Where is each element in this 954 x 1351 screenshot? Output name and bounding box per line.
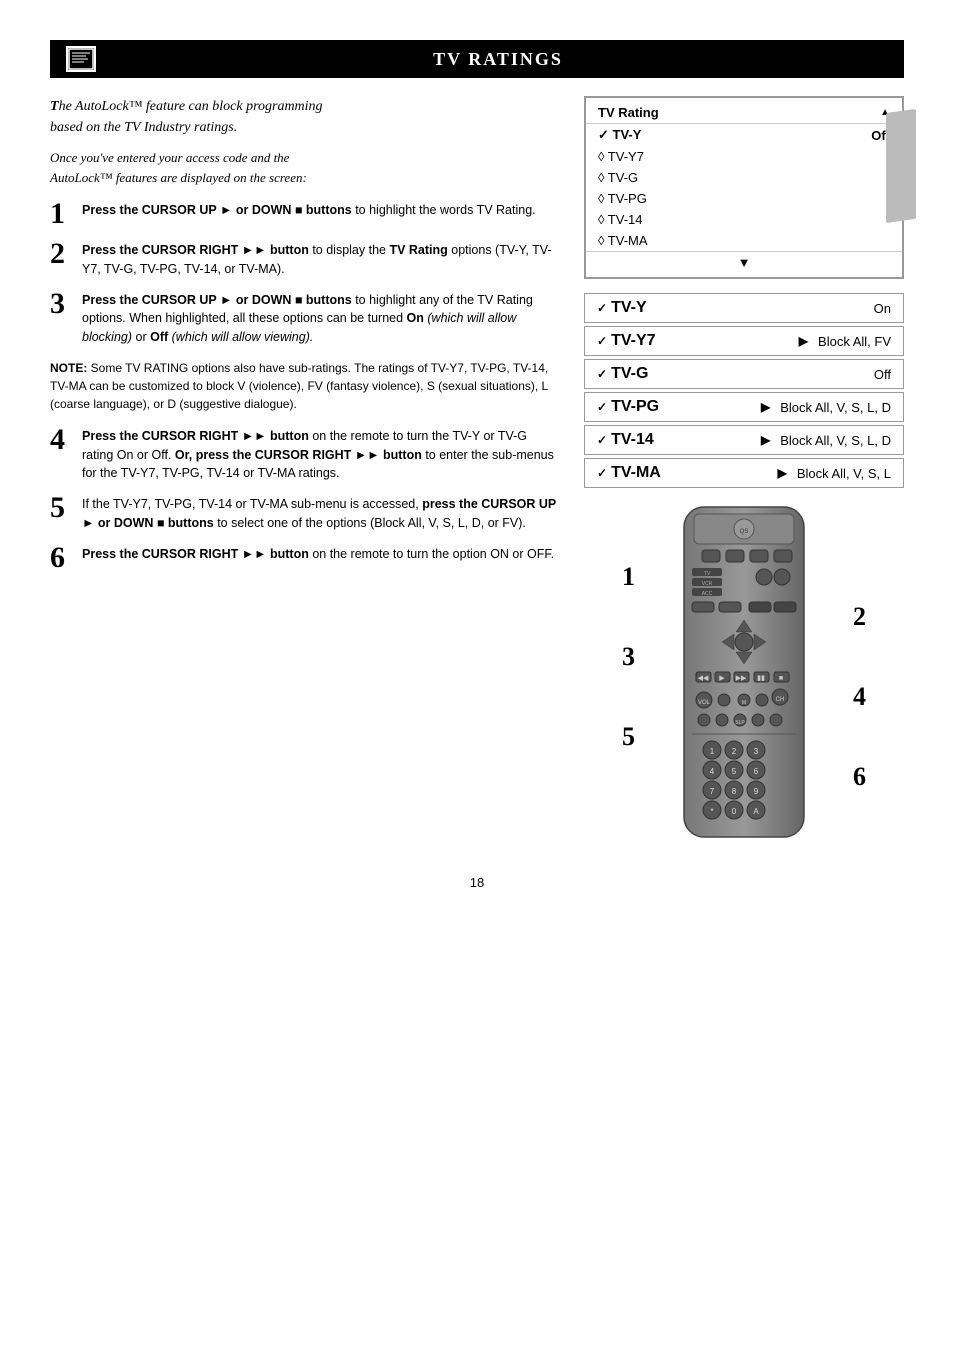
step-2-number: 2 bbox=[50, 239, 72, 269]
svg-text:▶▶: ▶▶ bbox=[736, 675, 747, 682]
remote-label-6: 6 bbox=[853, 762, 866, 792]
menu-header: TV Rating ▲ bbox=[586, 102, 902, 124]
remote-label-3: 3 bbox=[622, 642, 635, 672]
svg-text:SLP: SLP bbox=[735, 720, 745, 726]
note-block: NOTE: Some TV RATING options also have s… bbox=[50, 359, 560, 413]
left-column: The AutoLock™ feature can block programm… bbox=[50, 96, 560, 845]
rating-rows: ✓ TV-Y On ✓ TV-Y7 ▶ Block All, FV ✓ TV-G… bbox=[584, 293, 904, 488]
svg-text:A: A bbox=[753, 807, 759, 816]
step-4-content: Press the CURSOR RIGHT ►► button on the … bbox=[82, 427, 560, 483]
svg-text:ACC: ACC bbox=[702, 591, 713, 597]
rating-row-tvy: ✓ TV-Y On bbox=[584, 293, 904, 323]
svg-text:■: ■ bbox=[779, 675, 783, 682]
svg-text:CH: CH bbox=[776, 697, 785, 703]
remote-container: 1 3 5 2 4 6 bbox=[654, 502, 834, 845]
step-1-number: 1 bbox=[50, 199, 72, 229]
intro-text-2: Once you've entered your access code and… bbox=[50, 148, 560, 187]
remote-wrapper: 1 3 5 2 4 6 bbox=[584, 502, 904, 845]
svg-text:5: 5 bbox=[732, 767, 737, 776]
page-title: TV RATINGS bbox=[108, 49, 888, 70]
rating-row-tv14: ✓ TV-14 ▶ Block All, V, S, L, D bbox=[584, 425, 904, 455]
step-1: 1 Press the CURSOR UP ► or DOWN ■ button… bbox=[50, 201, 560, 229]
step-6-number: 6 bbox=[50, 543, 72, 573]
step-5-content: If the TV-Y7, TV-PG, TV-14 or TV-MA sub-… bbox=[82, 495, 560, 533]
step-3: 3 Press the CURSOR UP ► or DOWN ■ button… bbox=[50, 291, 560, 347]
menu-footer: ▼ bbox=[586, 251, 902, 273]
step-3-content: Press the CURSOR UP ► or DOWN ■ buttons … bbox=[82, 291, 560, 347]
remote-svg: QS TV VCR ACC bbox=[654, 502, 834, 842]
svg-text:▶: ▶ bbox=[719, 675, 725, 682]
page-number: 18 bbox=[50, 875, 904, 890]
step-1-content: Press the CURSOR UP ► or DOWN ■ buttons … bbox=[82, 201, 560, 220]
remote-label-1: 1 bbox=[622, 562, 635, 592]
menu-item-tvpg: ◊ TV-PG bbox=[586, 188, 902, 209]
remote-label-4: 4 bbox=[853, 682, 866, 712]
remote-label-2: 2 bbox=[853, 602, 866, 632]
step-2: 2 Press the CURSOR RIGHT ►► button to di… bbox=[50, 241, 560, 279]
svg-text:3: 3 bbox=[754, 747, 759, 756]
svg-text:1: 1 bbox=[710, 747, 715, 756]
svg-text:VOL: VOL bbox=[698, 700, 711, 706]
svg-text:M: M bbox=[742, 700, 746, 706]
menu-item-tvy7: ◊ TV-Y7 bbox=[586, 146, 902, 167]
step-5-number: 5 bbox=[50, 493, 72, 523]
svg-text:QS: QS bbox=[740, 529, 749, 535]
step-5: 5 If the TV-Y7, TV-PG, TV-14 or TV-MA su… bbox=[50, 495, 560, 533]
rating-row-tvma: ✓ TV-MA ▶ Block All, V, S, L bbox=[584, 458, 904, 488]
page: TV RATINGS The AutoLock™ feature can blo… bbox=[0, 0, 954, 1351]
menu-item-tvma: ◊ TV-MA bbox=[586, 230, 902, 251]
title-bar: TV RATINGS bbox=[50, 40, 904, 78]
step-4: 4 Press the CURSOR RIGHT ►► button on th… bbox=[50, 427, 560, 483]
menu-item-tvg: ◊ TV-G bbox=[586, 167, 902, 188]
svg-text:TV: TV bbox=[704, 571, 711, 577]
title-icon bbox=[66, 46, 96, 72]
intro-text-1: The AutoLock™ feature can block programm… bbox=[50, 96, 560, 138]
rating-row-tvpg: ✓ TV-PG ▶ Block All, V, S, L, D bbox=[584, 392, 904, 422]
step-6-content: Press the CURSOR RIGHT ►► button on the … bbox=[82, 545, 560, 564]
menu-wrapper: TV Rating ▲ ✓ TV-Y Off ◊ TV-Y7 ◊ TV-G ◊ bbox=[584, 96, 904, 279]
right-column: TV Rating ▲ ✓ TV-Y Off ◊ TV-Y7 ◊ TV-G ◊ bbox=[584, 96, 904, 845]
svg-text:2: 2 bbox=[732, 747, 737, 756]
step-4-number: 4 bbox=[50, 425, 72, 455]
content-area: The AutoLock™ feature can block programm… bbox=[50, 96, 904, 845]
step-3-number: 3 bbox=[50, 289, 72, 319]
svg-text:8: 8 bbox=[732, 787, 737, 796]
svg-text:◀◀: ◀◀ bbox=[698, 675, 709, 682]
menu-item-tv14: ◊ TV-14 bbox=[586, 209, 902, 230]
svg-text:9: 9 bbox=[754, 787, 759, 796]
svg-text:VCR: VCR bbox=[702, 581, 713, 587]
remote-label-5: 5 bbox=[622, 722, 635, 752]
svg-text:▮▮: ▮▮ bbox=[757, 675, 765, 682]
svg-text:0: 0 bbox=[732, 807, 737, 816]
step-2-content: Press the CURSOR RIGHT ►► button to disp… bbox=[82, 241, 560, 279]
svg-text:*: * bbox=[710, 807, 713, 816]
svg-text:4: 4 bbox=[710, 767, 715, 776]
rating-row-tvg: ✓ TV-G Off bbox=[584, 359, 904, 389]
rating-menu-box: TV Rating ▲ ✓ TV-Y Off ◊ TV-Y7 ◊ TV-G ◊ bbox=[584, 96, 904, 279]
menu-item-tvy: ✓ TV-Y Off bbox=[586, 124, 902, 146]
gray-accent bbox=[886, 109, 916, 223]
rating-row-tvy7: ✓ TV-Y7 ▶ Block All, FV bbox=[584, 326, 904, 356]
step-6: 6 Press the CURSOR RIGHT ►► button on th… bbox=[50, 545, 560, 573]
svg-text:6: 6 bbox=[754, 767, 759, 776]
svg-text:7: 7 bbox=[710, 787, 715, 796]
